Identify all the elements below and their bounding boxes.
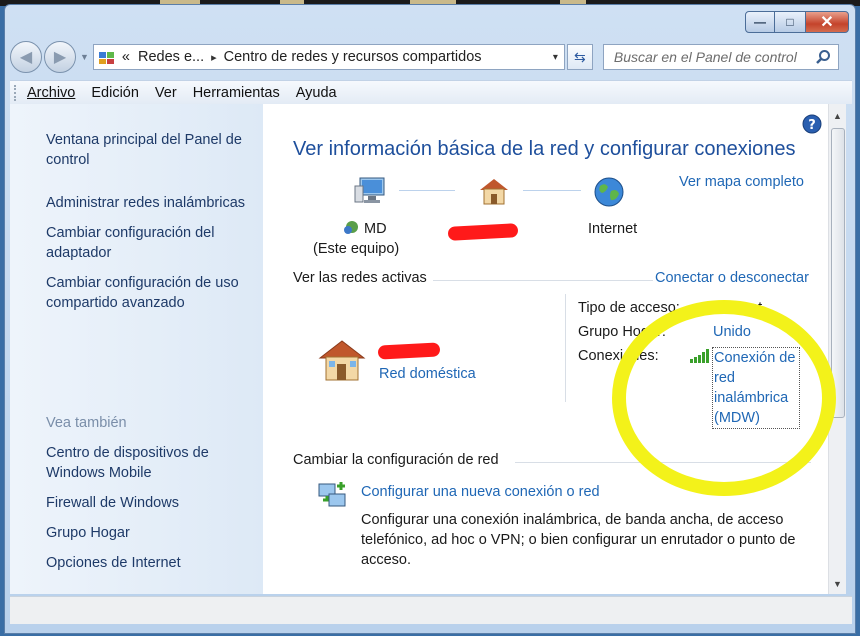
vertical-scrollbar[interactable]: ▲ ▼ xyxy=(828,104,846,594)
scroll-down-icon[interactable]: ▼ xyxy=(829,576,846,592)
close-button[interactable]: ✕ xyxy=(805,11,849,33)
map-link-line-2 xyxy=(523,190,581,191)
new-connection-icon[interactable] xyxy=(315,478,349,510)
sidebar-link-adaptador[interactable]: Cambiar configuración del adaptador xyxy=(46,223,231,263)
setup-new-connection-link[interactable]: Configurar una nueva conexión o red xyxy=(361,484,600,500)
scroll-thumb[interactable] xyxy=(831,128,845,418)
navigation-bar: ◀ ▶ ▼ « Redes e... ▸ Centro de redes y r… xyxy=(10,40,852,74)
wireless-signal-icon xyxy=(690,349,709,363)
content-area: Ventana principal del Panel de control A… xyxy=(10,104,846,594)
access-type-value: Internet xyxy=(713,300,763,316)
menu-ver[interactable]: Ver xyxy=(155,85,177,101)
internet-label: Internet xyxy=(588,221,638,237)
sidebar-link-opciones-internet[interactable]: Opciones de Internet xyxy=(46,553,181,573)
connections-label: Conexiones: xyxy=(578,348,659,364)
sidebar-link-firewall[interactable]: Firewall de Windows xyxy=(46,493,179,513)
homegroup-label: Grupo Hogar: xyxy=(578,324,666,340)
menu-edicion[interactable]: Edición xyxy=(91,85,139,101)
menu-bar: Archivo Edición Ver Herramientas Ayuda xyxy=(10,80,852,104)
scroll-up-icon[interactable]: ▲ xyxy=(829,108,846,124)
refresh-button[interactable]: ⇆ xyxy=(566,44,593,70)
help-icon[interactable]: ? xyxy=(802,114,822,134)
homegroup-value-link[interactable]: Unido xyxy=(713,324,751,340)
connect-disconnect-link[interactable]: Conectar o desconectar xyxy=(655,270,809,286)
search-icon[interactable] xyxy=(808,49,838,65)
setup-new-connection-description: Configurar una conexión inalámbrica, de … xyxy=(361,512,796,568)
map-link-line-1 xyxy=(399,190,455,191)
search-input[interactable] xyxy=(611,48,808,66)
control-panel-icon xyxy=(98,52,114,64)
menu-herramientas[interactable]: Herramientas xyxy=(193,85,280,101)
network-type-link[interactable]: Red doméstica xyxy=(379,366,476,382)
sidebar: Ventana principal del Panel de control A… xyxy=(10,104,263,594)
active-networks-heading: Ver las redes activas xyxy=(293,270,427,286)
recent-pages-dropdown[interactable]: ▼ xyxy=(80,52,89,62)
computer-name: MD xyxy=(364,221,387,237)
breadcrumb-overflow[interactable]: « xyxy=(122,49,130,65)
sidebar-link-grupo-hogar[interactable]: Grupo Hogar xyxy=(46,523,130,543)
back-arrow-icon: ◀ xyxy=(19,49,33,66)
computer-small-icon xyxy=(344,221,358,234)
menu-ayuda[interactable]: Ayuda xyxy=(296,85,337,101)
wireless-connection-link[interactable]: Conexión de red inalámbrica (MDW) xyxy=(712,347,800,429)
access-type-label: Tipo de acceso: xyxy=(578,300,680,316)
breadcrumb-redes[interactable]: Redes e... xyxy=(138,49,204,65)
view-full-map-link[interactable]: Ver mapa completo xyxy=(679,174,804,190)
forward-arrow-icon: ▶ xyxy=(53,49,67,66)
address-bar[interactable]: « Redes e... ▸ Centro de redes y recurso… xyxy=(92,44,565,70)
home-network-large-icon[interactable] xyxy=(317,337,367,383)
status-bar xyxy=(10,596,852,624)
sidebar-link-uso-compartido[interactable]: Cambiar configuración de uso compartido … xyxy=(46,273,256,313)
page-title: Ver información básica de la red y confi… xyxy=(293,138,796,160)
internet-globe-icon[interactable] xyxy=(593,176,625,208)
computer-icon[interactable] xyxy=(353,176,387,206)
sidebar-link-panel-principal[interactable]: Ventana principal del Panel de control xyxy=(46,130,256,170)
refresh-icon: ⇆ xyxy=(574,48,586,65)
search-box xyxy=(602,44,839,70)
home-network-icon[interactable] xyxy=(477,176,511,206)
redacted-network-name-2 xyxy=(377,342,441,360)
change-settings-divider xyxy=(515,462,811,463)
breadcrumb-network-center[interactable]: Centro de redes y recursos compartidos xyxy=(224,49,482,65)
sidebar-link-redes-inalambricas[interactable]: Administrar redes inalámbricas xyxy=(46,193,261,213)
forward-button[interactable]: ▶ xyxy=(44,41,76,73)
menu-archivo[interactable]: Archivo xyxy=(27,85,75,101)
main-pane: ? Ver información básica de la red y con… xyxy=(263,104,828,594)
maximize-button[interactable]: □ xyxy=(775,11,805,33)
caption-buttons: — □ ✕ xyxy=(745,11,849,33)
computer-subtitle: (Este equipo) xyxy=(313,241,400,257)
address-dropdown-icon[interactable]: ▾ xyxy=(553,52,564,63)
active-networks-divider xyxy=(433,280,653,281)
svg-text:?: ? xyxy=(808,118,816,133)
network-details-divider xyxy=(565,294,566,402)
minimize-button[interactable]: — xyxy=(745,11,775,33)
change-settings-heading: Cambiar la configuración de red xyxy=(293,452,499,468)
back-button[interactable]: ◀ xyxy=(10,41,42,73)
see-also-label: Vea también xyxy=(46,415,127,431)
redacted-network-name-1 xyxy=(447,223,519,241)
menu-grip xyxy=(14,84,17,101)
breadcrumb-separator-icon[interactable]: ▸ xyxy=(211,51,217,64)
sidebar-link-dispositivos-mobile[interactable]: Centro de dispositivos de Windows Mobile xyxy=(46,443,226,483)
